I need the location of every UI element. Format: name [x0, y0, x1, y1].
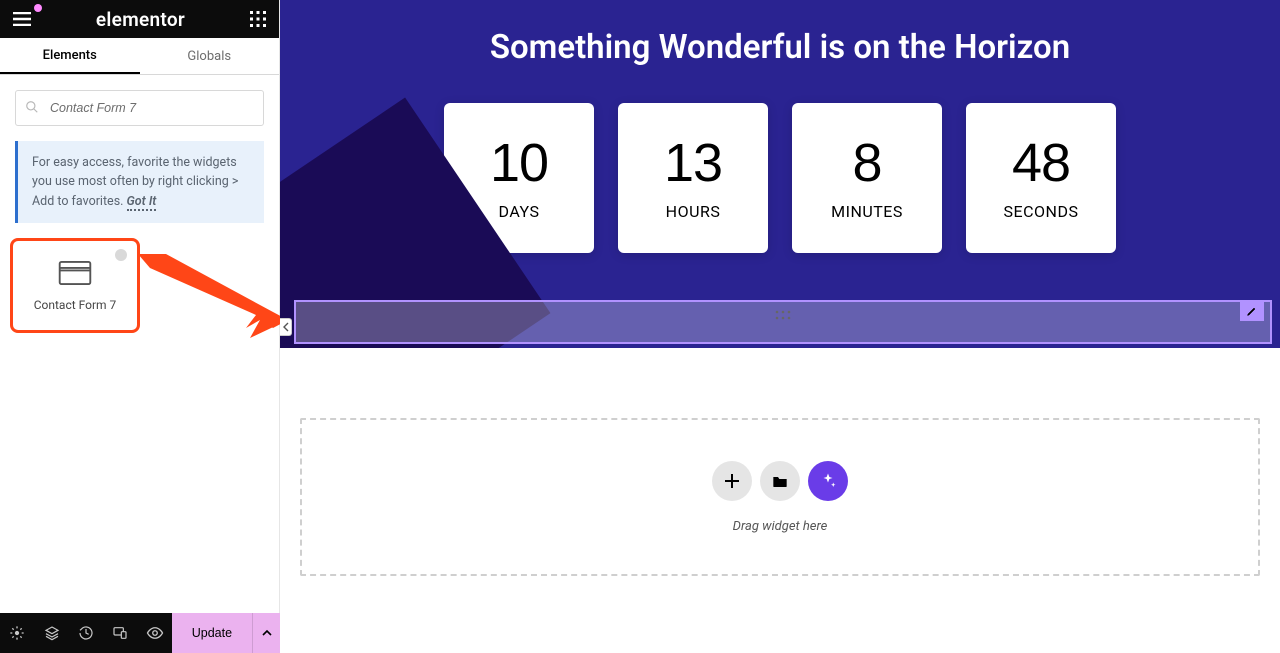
search-icon — [25, 100, 39, 114]
folder-icon — [772, 474, 788, 488]
favorite-icon[interactable] — [113, 247, 129, 263]
update-button[interactable]: Update — [172, 613, 252, 653]
countdown-days-value: 10 — [490, 136, 548, 190]
elementor-panel: elementor Elements Globals For easy acce… — [0, 0, 280, 653]
notification-dot-icon — [34, 4, 42, 12]
countdown-minutes-value: 8 — [852, 136, 881, 190]
drag-handle-icon[interactable] — [774, 310, 792, 322]
settings-button[interactable] — [0, 613, 34, 653]
history-icon — [78, 625, 94, 641]
layers-icon — [44, 625, 60, 641]
new-section-buttons — [712, 461, 848, 501]
form-icon — [58, 260, 92, 286]
panel-tabs: Elements Globals — [0, 38, 279, 75]
panel-topbar: elementor — [0, 0, 279, 38]
drag-widget-label: Drag widget here — [733, 519, 828, 534]
widget-label: Contact Form 7 — [34, 298, 117, 312]
hamburger-icon — [13, 12, 31, 26]
pencil-icon — [1246, 305, 1258, 317]
responsive-button[interactable] — [103, 613, 137, 653]
preview-button[interactable] — [137, 613, 171, 653]
chevron-left-icon — [283, 322, 289, 332]
countdown-seconds-value: 48 — [1012, 136, 1070, 190]
apps-button[interactable] — [247, 8, 269, 30]
countdown-days-label: DAYS — [498, 202, 539, 221]
countdown-seconds-label: SECONDS — [1004, 202, 1079, 221]
sparkle-icon — [819, 472, 837, 490]
eye-icon — [146, 624, 164, 642]
panel-footer: Update — [0, 613, 280, 653]
preview-canvas[interactable]: Something Wonderful is on the Horizon 10… — [280, 0, 1280, 653]
history-button[interactable] — [69, 613, 103, 653]
update-group: Update — [172, 613, 280, 653]
ai-button[interactable] — [808, 461, 848, 501]
add-template-button[interactable] — [760, 461, 800, 501]
tab-elements[interactable]: Elements — [0, 38, 140, 74]
gear-icon — [9, 625, 25, 641]
countdown-hours: 13 HOURS — [618, 103, 768, 253]
hero-section[interactable]: Something Wonderful is on the Horizon 10… — [280, 0, 1280, 348]
responsive-icon — [112, 625, 128, 641]
edit-section-button[interactable] — [1240, 301, 1264, 321]
widget-contact-form-7[interactable]: Contact Form 7 — [10, 238, 140, 333]
empty-column-dropzone[interactable] — [294, 300, 1272, 344]
brand-logo: elementor — [96, 8, 185, 31]
favorites-tip: For easy access, favorite the widgets yo… — [15, 141, 264, 223]
collapse-panel-button[interactable] — [280, 318, 292, 336]
widget-results: Contact Form 7 — [0, 238, 279, 333]
countdown-minutes: 8 MINUTES — [792, 103, 942, 253]
plus-icon — [724, 473, 740, 489]
chevron-up-icon — [262, 628, 272, 638]
update-options-button[interactable] — [252, 613, 280, 653]
search-input[interactable] — [15, 90, 264, 126]
add-new-section[interactable]: Drag widget here — [300, 418, 1260, 576]
menu-button[interactable] — [10, 7, 34, 31]
navigator-button[interactable] — [34, 613, 68, 653]
countdown-seconds: 48 SECONDS — [966, 103, 1116, 253]
tip-got-it-link[interactable]: Got It — [127, 194, 157, 211]
countdown-hours-label: HOURS — [666, 202, 721, 221]
add-section-button[interactable] — [712, 461, 752, 501]
countdown-minutes-label: MINUTES — [831, 202, 903, 221]
apps-grid-icon — [250, 11, 266, 27]
hero-title: Something Wonderful is on the Horizon — [280, 0, 1280, 67]
search-wrap — [0, 75, 279, 141]
tab-globals[interactable]: Globals — [140, 38, 280, 74]
countdown-hours-value: 13 — [664, 136, 722, 190]
